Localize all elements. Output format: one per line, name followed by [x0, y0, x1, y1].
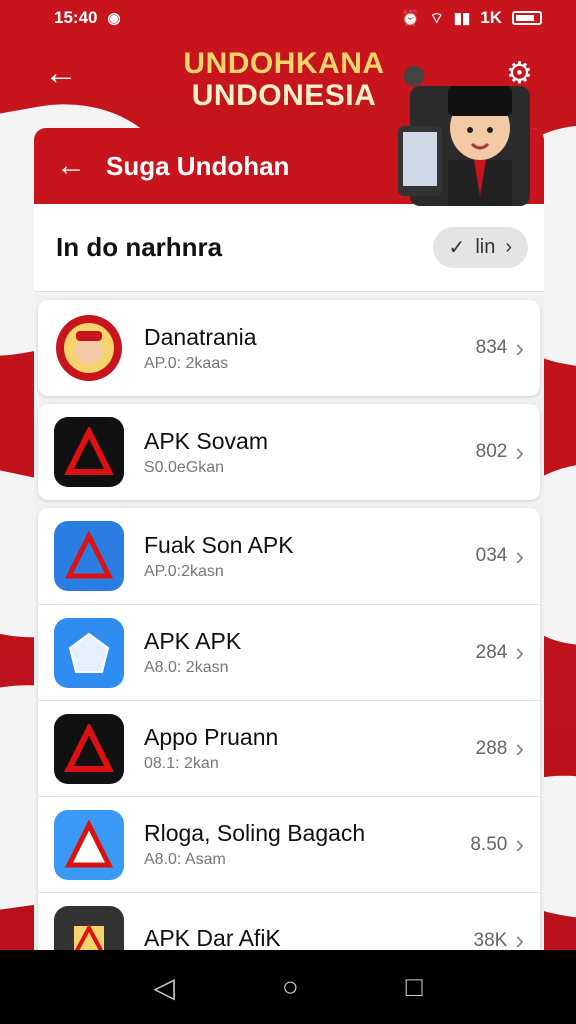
status-bar: 15:40 ◉ ⏰ ⌔ ▮▮ 1K	[0, 0, 576, 36]
brand-title: UNDOHKANA UNDONESIA	[174, 48, 394, 112]
app-size: 38K	[473, 929, 508, 951]
chevron-right-icon: ›	[515, 540, 524, 571]
app-icon-apk	[54, 521, 124, 591]
filter-chip-label: lin	[475, 236, 496, 258]
app-icon-apk	[54, 617, 124, 688]
app-sub: S0.0eGkan	[144, 458, 225, 476]
chevron-right-icon: ›	[515, 925, 524, 950]
app-size: 288	[475, 737, 508, 759]
app-size: 8.50	[470, 833, 508, 855]
list-item[interactable]: Danatrania AP.0: 2kaas 834 ›	[38, 300, 540, 396]
app-name: Appo Pruann	[144, 724, 279, 750]
recents-nav-icon[interactable]: □	[406, 971, 423, 1003]
app-name: Danatrania	[144, 323, 257, 350]
app-sub: AP.0:2kasn	[144, 562, 224, 580]
app-name: Rloga, Soling Bagach	[144, 820, 366, 846]
app-name: APK APK	[144, 628, 242, 654]
back-arrow-icon[interactable]: ←	[56, 151, 86, 181]
app-list-card: ← Suga Undohan In do narhnra ✓ lin › Dan…	[34, 128, 544, 950]
filter-chip[interactable]: ✓ lin ›	[432, 227, 528, 268]
list-group: Fuak Son APK AP.0:2kasn 034 › APK APK A8…	[38, 508, 540, 950]
list-group: APK Sovam S0.0eGkan 802 ›	[38, 404, 540, 500]
list-item[interactable]: APK Dar AfiK 38K ›	[38, 892, 540, 950]
app-sub: A8.0: 2kasn	[144, 659, 229, 676]
back-nav-icon[interactable]: ◁	[153, 971, 175, 1004]
app-icon-mascot	[54, 313, 124, 383]
status-right-text: 1K	[480, 8, 502, 27]
app-icon-apk	[54, 713, 124, 784]
list-item[interactable]: Rloga, Soling Bagach A8.0: Asam 8.50 ›	[38, 796, 540, 892]
chevron-right-icon: ›	[515, 829, 524, 859]
home-nav-icon[interactable]: ○	[282, 971, 299, 1003]
list-item[interactable]: Fuak Son APK AP.0:2kasn 034 ›	[38, 508, 540, 604]
app-icon-apk	[54, 809, 124, 880]
app-size: 034	[475, 545, 508, 566]
checkmark-icon: ✓	[448, 237, 466, 259]
list-item[interactable]: APK APK A8.0: 2kasn 284 ›	[38, 604, 540, 700]
app-sub: 08.1: 2kan	[144, 755, 219, 772]
status-time: 15:40	[54, 8, 98, 27]
navigation-bar: ◁ ○ □	[0, 950, 576, 1024]
app-sub: AP.0: 2kaas	[144, 354, 229, 372]
app-icon-apk	[54, 417, 124, 487]
app-size: 802	[475, 441, 508, 462]
location-icon: ◉	[107, 10, 121, 27]
chevron-right-icon: ›	[515, 637, 524, 667]
filter-row: In do narhnra ✓ lin ›	[34, 204, 544, 292]
chevron-right-icon: ›	[505, 236, 512, 258]
brand-line-1: UNDOHKANA	[183, 47, 385, 80]
app-icon-apk	[54, 905, 124, 950]
list-item[interactable]: Appo Pruann 08.1: 2kan 288 ›	[38, 700, 540, 796]
app-size: 284	[475, 641, 508, 663]
battery-icon	[512, 11, 542, 25]
app-name: APK Sovam	[144, 427, 268, 454]
alarm-icon: ⏰	[400, 10, 420, 27]
list-item[interactable]: APK Sovam S0.0eGkan 802 ›	[38, 404, 540, 500]
signal-icon: ▮▮	[453, 10, 471, 27]
card-title: Suga Undohan	[106, 150, 290, 181]
list-group: Danatrania AP.0: 2kaas 834 ›	[38, 300, 540, 396]
app-size: 834	[475, 337, 508, 358]
chevron-right-icon: ›	[515, 733, 524, 763]
chevron-right-icon: ›	[515, 436, 524, 467]
chevron-right-icon: ›	[515, 332, 524, 363]
wifi-icon: ⌔	[429, 9, 444, 27]
app-name: Fuak Son APK	[144, 531, 294, 558]
app-list: Danatrania AP.0: 2kaas 834 › APK Sovam S…	[34, 300, 544, 950]
mascot-illustration	[398, 66, 530, 206]
app-sub: A8.0: Asam	[144, 851, 226, 868]
back-arrow-icon[interactable]: ←	[44, 56, 78, 90]
app-name: APK Dar AfiK	[144, 925, 281, 950]
filter-title: In do narhnra	[56, 232, 223, 262]
brand-line-2: UNDONESIA	[191, 79, 377, 112]
